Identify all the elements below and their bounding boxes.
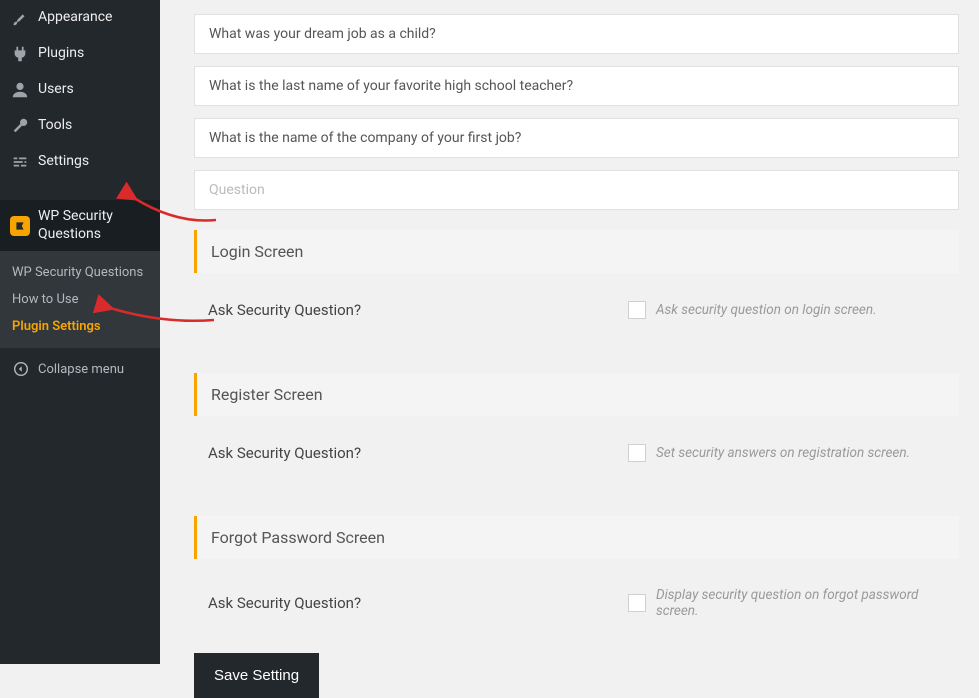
section-register-screen: Register Screen <box>194 373 959 416</box>
sidebar-item-users[interactable]: Users <box>0 72 160 108</box>
setting-row-login: Ask Security Question? Ask security ques… <box>194 301 959 353</box>
brush-icon <box>10 8 30 28</box>
sidebar-label: Plugins <box>38 45 84 63</box>
sidebar-item-tools[interactable]: Tools <box>0 108 160 144</box>
plug-icon <box>10 44 30 64</box>
setting-row-register: Ask Security Question? Set security answ… <box>194 444 959 496</box>
user-icon <box>10 80 30 100</box>
setting-label: Ask Security Question? <box>208 594 628 612</box>
collapse-icon <box>12 360 30 378</box>
setting-row-forgot: Ask Security Question? Display security … <box>194 587 959 653</box>
submenu-item-wp-security-questions[interactable]: WP Security Questions <box>0 259 160 286</box>
ask-login-checkbox[interactable] <box>628 301 646 319</box>
collapse-label: Collapse menu <box>38 362 124 377</box>
setting-desc: Set security answers on registration scr… <box>656 445 910 461</box>
security-question-input-new[interactable]: Question <box>194 170 959 210</box>
sidebar-label: Settings <box>38 153 89 171</box>
sidebar-item-appearance[interactable]: Appearance <box>0 0 160 36</box>
wrench-icon <box>10 116 30 136</box>
security-question-input[interactable]: What is the name of the company of your … <box>194 118 959 158</box>
sidebar-submenu: WP Security Questions How to Use Plugin … <box>0 251 160 348</box>
collapse-menu[interactable]: Collapse menu <box>0 352 160 386</box>
setting-label: Ask Security Question? <box>208 444 628 462</box>
sidebar-item-plugins[interactable]: Plugins <box>0 36 160 72</box>
sidebar-label: WP Security Questions <box>38 208 152 243</box>
sidebar-item-settings[interactable]: Settings <box>0 144 160 180</box>
section-forgot-password-screen: Forgot Password Screen <box>194 516 959 559</box>
save-setting-button[interactable]: Save Setting <box>194 653 319 698</box>
setting-desc: Ask security question on login screen. <box>656 302 877 318</box>
submenu-item-how-to-use[interactable]: How to Use <box>0 286 160 313</box>
sidebar-label: Users <box>38 81 74 99</box>
submenu-item-plugin-settings[interactable]: Plugin Settings <box>0 313 160 340</box>
ask-register-checkbox[interactable] <box>628 444 646 462</box>
sliders-icon <box>10 152 30 172</box>
sidebar-item-wp-security-questions[interactable]: WP Security Questions <box>0 200 160 251</box>
main-content: What was your dream job as a child? What… <box>160 0 979 664</box>
sidebar-label: Tools <box>38 117 72 135</box>
setting-desc: Display security question on forgot pass… <box>656 587 945 619</box>
plugin-badge-icon <box>10 216 30 236</box>
sidebar-label: Appearance <box>38 9 112 27</box>
security-question-input[interactable]: What is the last name of your favorite h… <box>194 66 959 106</box>
section-login-screen: Login Screen <box>194 230 959 273</box>
security-question-input[interactable]: What was your dream job as a child? <box>194 14 959 54</box>
ask-forgot-checkbox[interactable] <box>628 594 646 612</box>
setting-label: Ask Security Question? <box>208 301 628 319</box>
admin-sidebar: Appearance Plugins Users Tools Settings <box>0 0 160 664</box>
